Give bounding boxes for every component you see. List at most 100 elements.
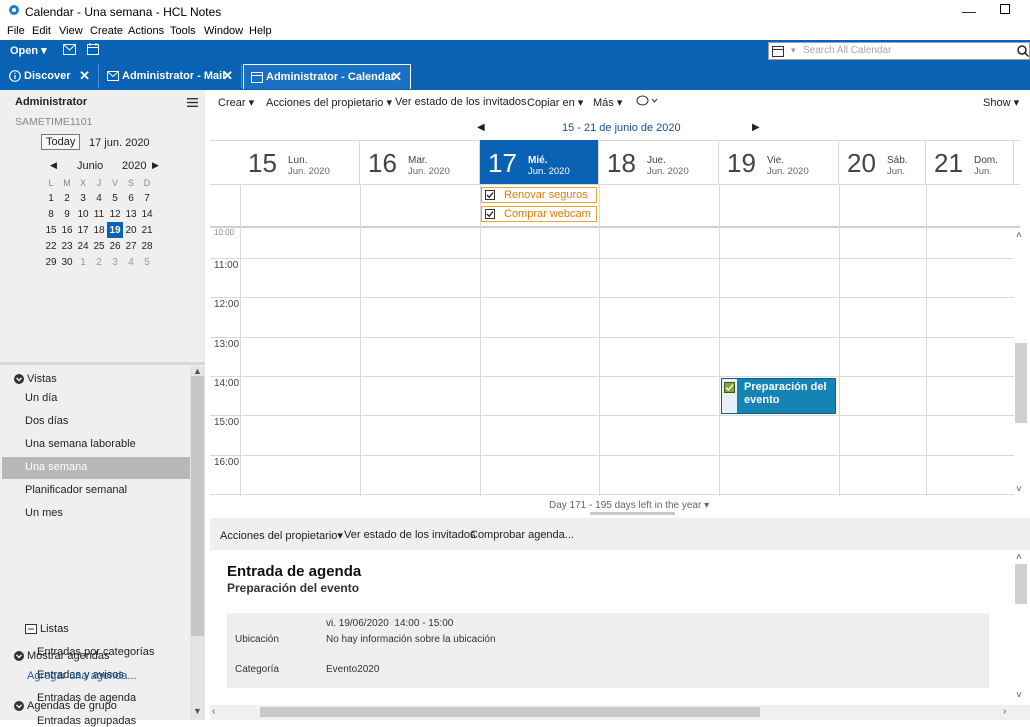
tab-calendar[interactable]: Administrator - Calendar ✕ <box>243 64 411 89</box>
view-invitee-status-button[interactable]: Ver estado de los invitados <box>395 96 526 108</box>
mini-cal-day[interactable]: 6 <box>123 190 139 206</box>
mini-cal-day[interactable]: 8 <box>43 206 59 222</box>
mini-cal-day[interactable]: 2 <box>91 254 107 270</box>
mini-cal-day[interactable]: 11 <box>91 206 107 222</box>
mini-cal-day[interactable]: 25 <box>91 238 107 254</box>
tab-mail[interactable]: Administrator - Mail ✕ <box>100 64 242 88</box>
open-button[interactable]: Open ▾ <box>10 44 47 57</box>
lists-header[interactable]: Listas <box>40 623 69 635</box>
check-calendar-button[interactable]: Comprobar agenda... <box>470 529 574 541</box>
view-item[interactable]: Un día <box>25 392 57 404</box>
mini-cal-day[interactable]: 9 <box>59 206 75 222</box>
collapse-icon[interactable] <box>14 701 24 711</box>
mini-cal-day[interactable]: 19 <box>107 222 123 238</box>
day-header[interactable]: 16 Mar. Jun. 2020 <box>360 140 480 184</box>
splitter[interactable] <box>590 512 675 515</box>
day-counter[interactable]: Day 171 - 195 days left in the year ▾ <box>549 500 709 511</box>
splitter[interactable] <box>0 362 205 365</box>
checkbox-icon[interactable] <box>485 209 495 219</box>
scrollbar-thumb[interactable] <box>260 707 760 717</box>
next-week-icon[interactable]: ▶ <box>752 122 760 133</box>
maximize-button[interactable] <box>1000 4 1010 14</box>
show-calendars-header[interactable]: Mostrar agendas <box>27 650 110 662</box>
mini-cal-day[interactable]: 1 <box>75 254 91 270</box>
mini-cal-day[interactable]: 4 <box>91 190 107 206</box>
view-item[interactable]: Un mes <box>25 507 63 519</box>
task-item[interactable]: Renovar seguros <box>481 187 597 203</box>
scrollbar-thumb[interactable] <box>1015 343 1027 423</box>
menu-help[interactable]: Help <box>249 25 272 37</box>
mini-cal-day[interactable]: 24 <box>75 238 91 254</box>
mini-cal-day[interactable]: 12 <box>107 206 123 222</box>
menu-edit[interactable]: Edit <box>32 25 51 37</box>
day-header[interactable]: 20 Sáb. Jun. <box>839 140 926 184</box>
day-header[interactable]: 21 Dom. Jun. <box>926 140 1014 184</box>
search-input[interactable]: ▾ Search All Calendar <box>768 42 1030 60</box>
scrollbar-thumb[interactable] <box>191 376 204 636</box>
tab-discover[interactable]: Discover ✕ <box>2 64 99 88</box>
prev-month-icon[interactable]: ◀ <box>50 160 57 171</box>
mini-cal-day[interactable]: 29 <box>43 254 59 270</box>
calendar-event[interactable]: Preparación del evento <box>721 378 836 414</box>
chat-icon[interactable] <box>636 95 658 107</box>
menu-create[interactable]: Create <box>90 25 123 37</box>
mini-cal-day[interactable]: 22 <box>43 238 59 254</box>
next-month-icon[interactable]: ▶ <box>152 160 159 171</box>
menu-tools[interactable]: Tools <box>170 25 196 37</box>
mini-cal-day[interactable]: 20 <box>123 222 139 238</box>
day-header[interactable]: 17 Mié. Jun. 2020 <box>480 140 599 184</box>
view-item[interactable]: Planificador semanal <box>25 484 127 496</box>
view-item[interactable]: Una semana laborable <box>25 438 136 450</box>
calendar-icon[interactable] <box>87 43 99 55</box>
mini-cal-day[interactable]: 18 <box>91 222 107 238</box>
minimize-button[interactable]: — <box>962 3 976 19</box>
task-item[interactable]: Comprar webcam <box>481 206 597 222</box>
close-icon[interactable]: ✕ <box>79 68 90 84</box>
mini-cal-day[interactable]: 2 <box>59 190 75 206</box>
day-header[interactable]: 18 Jue. Jun. 2020 <box>599 140 719 184</box>
horizontal-scrollbar[interactable]: ‹ › <box>210 705 1030 720</box>
mini-cal-day[interactable]: 4 <box>123 254 139 270</box>
mini-cal-day[interactable]: 15 <box>43 222 59 238</box>
nav-scrollbar[interactable]: ▲ ▼ <box>190 366 205 720</box>
mini-cal-day[interactable]: 23 <box>59 238 75 254</box>
views-header[interactable]: Vistas <box>27 373 57 385</box>
menu-file[interactable]: File <box>7 25 25 37</box>
mini-cal-day[interactable]: 28 <box>139 238 155 254</box>
mini-cal-day[interactable]: 5 <box>139 254 155 270</box>
show-button[interactable]: Show ▾ <box>983 96 1019 109</box>
calendar-scope-icon[interactable] <box>772 45 784 57</box>
group-calendars-header[interactable]: Agendas de grupo <box>27 700 117 712</box>
view-item[interactable]: Una semana <box>25 461 87 473</box>
mini-cal-day[interactable]: 3 <box>107 254 123 270</box>
more-button[interactable]: Más ▾ <box>593 96 622 109</box>
mini-cal-day[interactable]: 27 <box>123 238 139 254</box>
mini-cal-day[interactable]: 13 <box>123 206 139 222</box>
mini-cal-day[interactable]: 3 <box>75 190 91 206</box>
mini-cal-day[interactable]: 17 <box>75 222 91 238</box>
mini-cal-day[interactable]: 10 <box>75 206 91 222</box>
menu-actions[interactable]: Actions <box>128 25 164 37</box>
day-header[interactable]: 15 Lun. Jun. 2020 <box>240 140 360 184</box>
prev-week-icon[interactable]: ◀ <box>477 122 485 133</box>
list-item[interactable]: Entradas agrupadas <box>37 715 136 727</box>
view-item[interactable]: Dos días <box>25 415 68 427</box>
collapse-icon[interactable] <box>14 651 24 661</box>
mini-cal-day[interactable]: 26 <box>107 238 123 254</box>
menu-view[interactable]: View <box>59 25 83 37</box>
grid-scrollbar[interactable]: ˄ ˅ <box>1014 228 1030 496</box>
hamburger-menu-icon[interactable] <box>187 98 198 107</box>
crear-button[interactable]: Crear ▾ <box>218 96 254 109</box>
mini-cal-day[interactable]: 7 <box>139 190 155 206</box>
mini-cal-day[interactable]: 14 <box>139 206 155 222</box>
mini-cal-day[interactable]: 16 <box>59 222 75 238</box>
mini-cal-month[interactable]: Junio <box>77 160 103 172</box>
add-calendar-link[interactable]: Agregar una agenda... <box>27 670 136 682</box>
mini-cal-year[interactable]: 2020 <box>122 160 146 172</box>
menu-window[interactable]: Window <box>204 25 243 37</box>
collapse-icon[interactable] <box>14 374 24 384</box>
chevron-down-icon[interactable]: ▾ <box>791 45 796 56</box>
detail-view-invitee-button[interactable]: Ver estado de los invitados <box>344 529 475 541</box>
mini-cal-day[interactable]: 1 <box>43 190 59 206</box>
search-icon[interactable] <box>1017 45 1029 57</box>
